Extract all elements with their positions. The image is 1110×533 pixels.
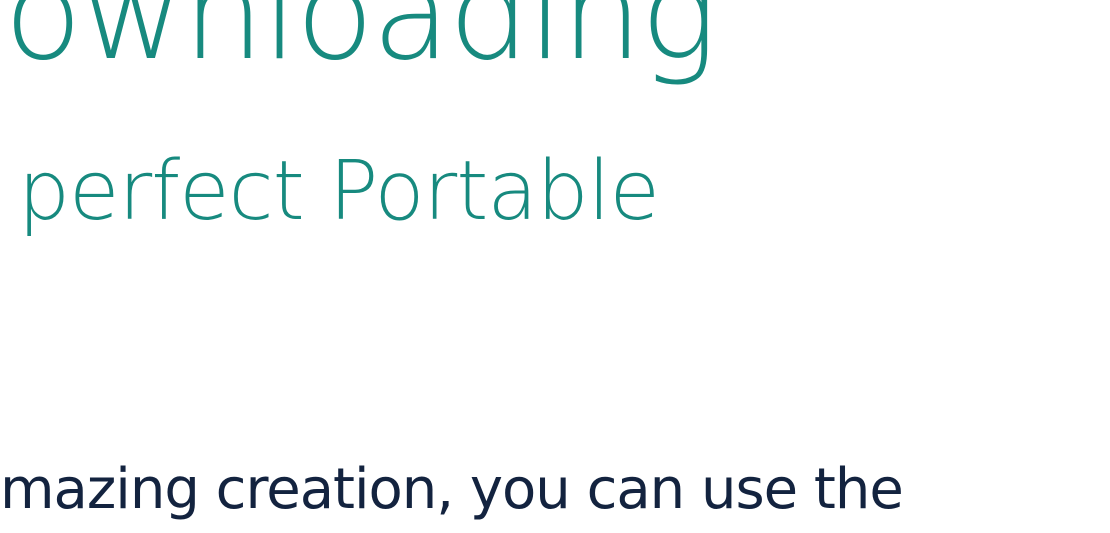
page-subheadline: perfect Portable xyxy=(18,144,660,239)
page-content: ownloading perfect Portable mazing creat… xyxy=(0,0,1110,533)
body-paragraph: mazing creation, you can use the xyxy=(0,457,904,522)
page-headline: ownloading xyxy=(4,0,717,89)
